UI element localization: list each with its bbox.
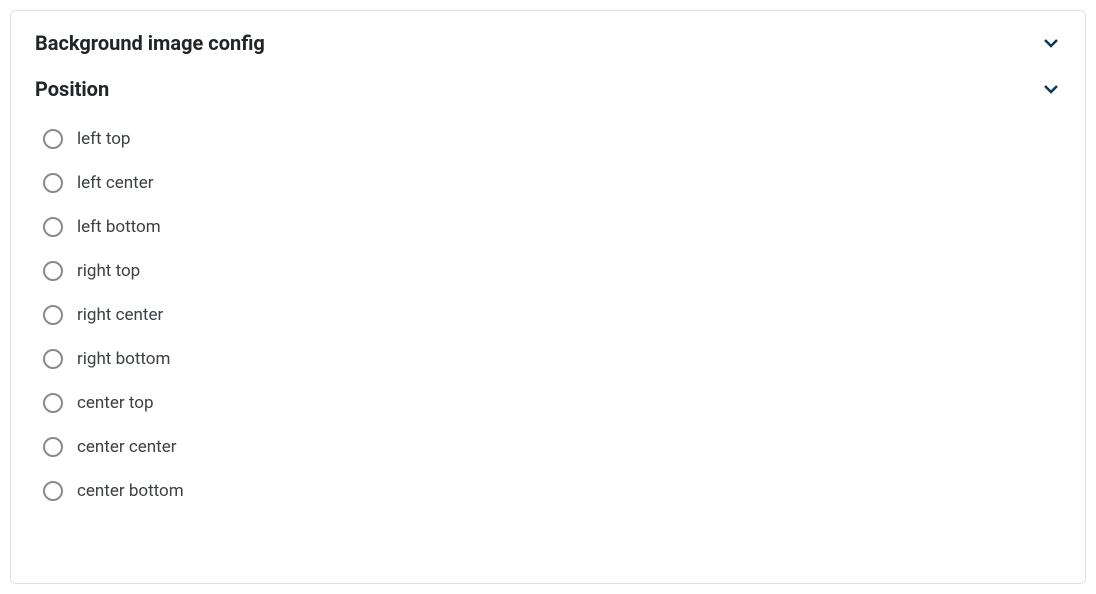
radio-circle-icon (43, 437, 63, 457)
radio-circle-icon (43, 261, 63, 281)
radio-circle-icon (43, 393, 63, 413)
radio-circle-icon (43, 305, 63, 325)
radio-label: left bottom (77, 217, 161, 237)
radio-label: right bottom (77, 349, 170, 369)
radio-option-left-top[interactable]: left top (43, 129, 1061, 149)
radio-circle-icon (43, 129, 63, 149)
radio-option-center-center[interactable]: center center (43, 437, 1061, 457)
radio-label: left center (77, 173, 153, 193)
radio-option-right-bottom[interactable]: right bottom (43, 349, 1061, 369)
radio-label: center top (77, 393, 154, 413)
chevron-down-icon[interactable] (1041, 33, 1061, 53)
radio-option-center-top[interactable]: center top (43, 393, 1061, 413)
radio-option-right-top[interactable]: right top (43, 261, 1061, 281)
radio-circle-icon (43, 173, 63, 193)
main-section-title: Background image config (35, 31, 265, 55)
radio-option-right-center[interactable]: right center (43, 305, 1061, 325)
radio-label: center bottom (77, 481, 184, 501)
radio-option-center-bottom[interactable]: center bottom (43, 481, 1061, 501)
radio-label: right top (77, 261, 140, 281)
radio-label: center center (77, 437, 177, 457)
radio-circle-icon (43, 349, 63, 369)
radio-label: left top (77, 129, 130, 149)
radio-circle-icon (43, 217, 63, 237)
position-section-header[interactable]: Position (35, 77, 1061, 101)
position-section-title: Position (35, 77, 109, 101)
main-section-header[interactable]: Background image config (35, 31, 1061, 55)
radio-option-left-center[interactable]: left center (43, 173, 1061, 193)
chevron-down-icon[interactable] (1041, 79, 1061, 99)
radio-label: right center (77, 305, 163, 325)
radio-option-left-bottom[interactable]: left bottom (43, 217, 1061, 237)
position-radio-list: left top left center left bottom right t… (35, 129, 1061, 501)
radio-circle-icon (43, 481, 63, 501)
config-panel: Background image config Position left to… (10, 10, 1086, 584)
